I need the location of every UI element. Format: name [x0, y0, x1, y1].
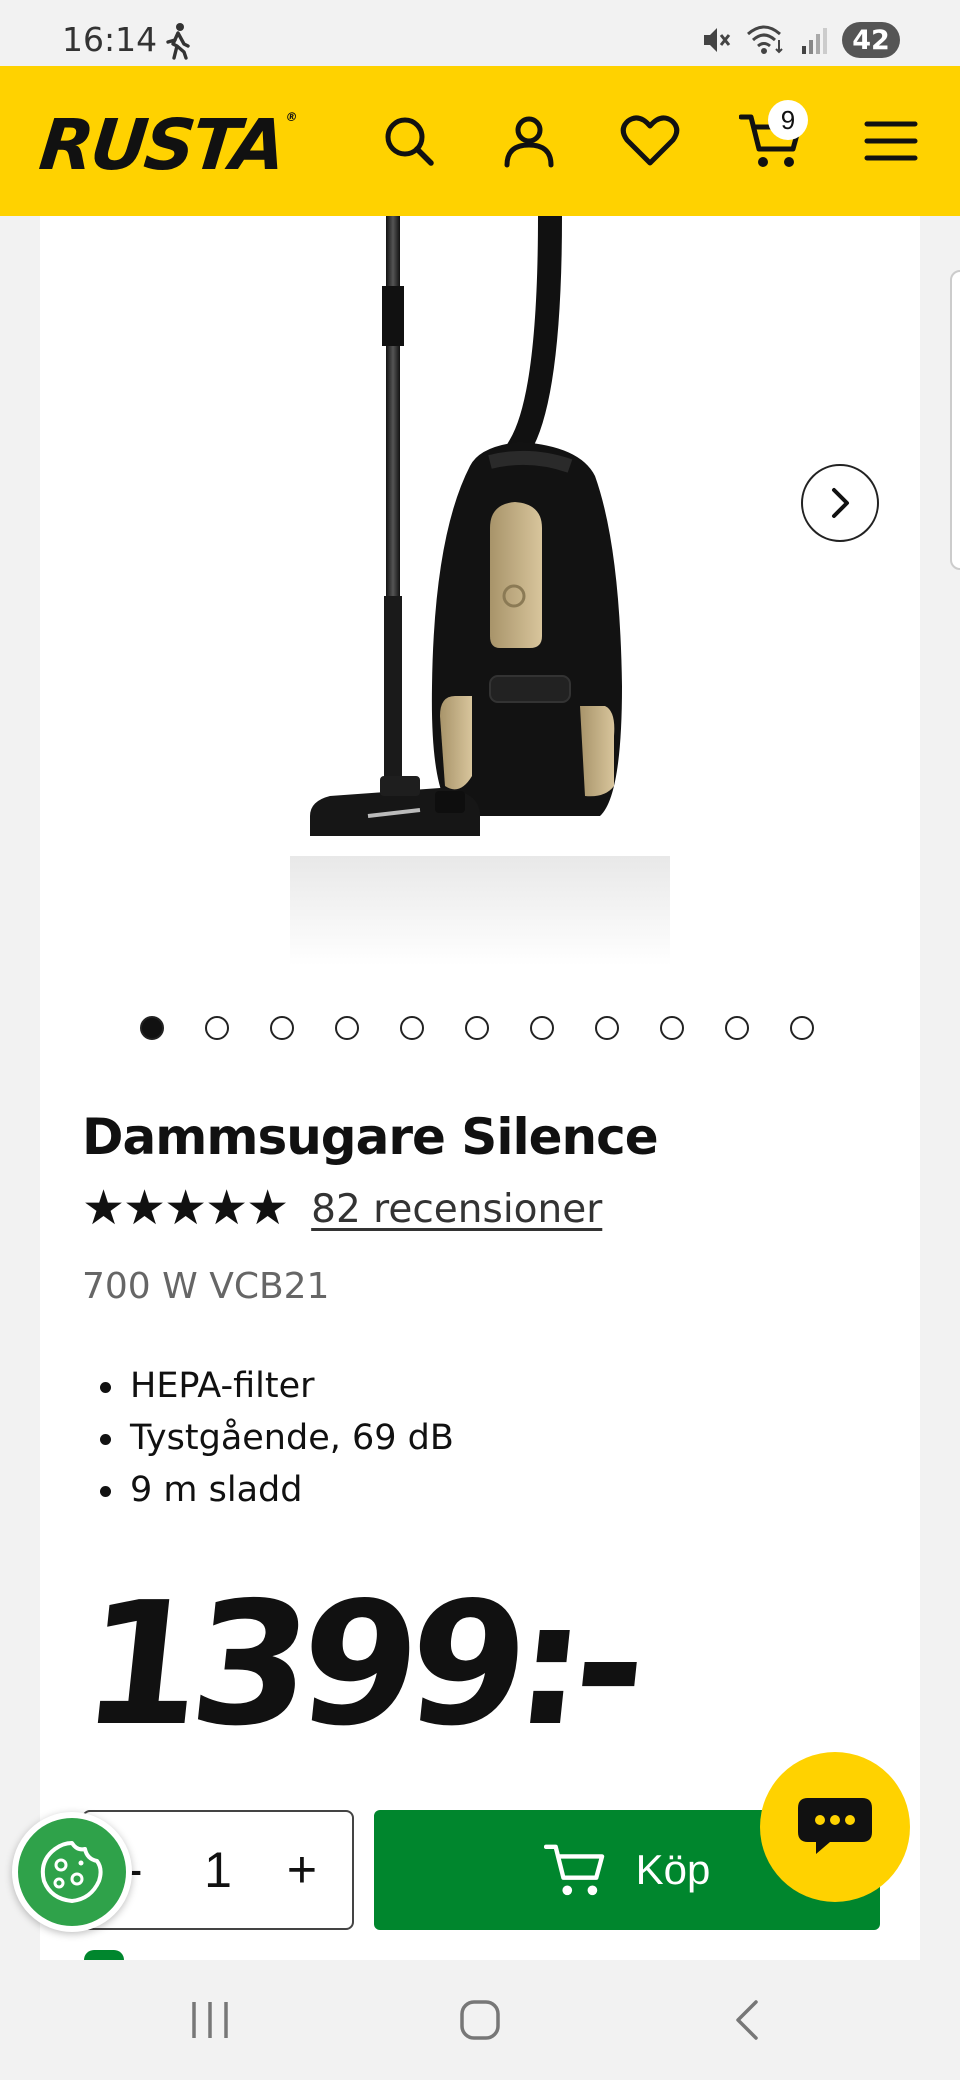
rusta-logo[interactable]: RUSTA ® [35, 104, 299, 186]
menu-button[interactable] [858, 108, 924, 174]
quantity-value[interactable]: 1 [204, 1841, 232, 1899]
cookie-icon [40, 1841, 103, 1903]
wishlist-button[interactable] [617, 108, 683, 174]
carousel-dot[interactable] [205, 1016, 229, 1040]
carousel-dot[interactable] [530, 1016, 554, 1040]
back-button[interactable] [718, 1990, 778, 2050]
wifi-icon [747, 25, 783, 54]
recents-icon [192, 2002, 228, 2038]
cart-count-badge: 9 [768, 100, 808, 140]
search-icon [385, 117, 434, 166]
carousel-dot[interactable] [400, 1016, 424, 1040]
walking-icon [166, 23, 190, 60]
chat-button[interactable] [760, 1752, 910, 1902]
carousel-dot[interactable] [595, 1016, 619, 1040]
carousel-dot[interactable] [725, 1016, 749, 1040]
product-price: 1399:- [73, 1566, 647, 1764]
stock-indicator [84, 1950, 124, 1960]
battery-indicator: 42 [842, 22, 900, 58]
menu-icon [864, 121, 918, 161]
carousel-dot[interactable] [270, 1016, 294, 1040]
status-bar: 16:14 42 [0, 0, 960, 66]
side-drawer-handle[interactable] [950, 270, 960, 570]
cart-icon [543, 1844, 604, 1896]
reviews-link[interactable]: 82 recensioner [311, 1187, 602, 1232]
logo-text: RUSTA [35, 104, 287, 186]
rating-stars: ★★★★★ [82, 1182, 289, 1235]
account-button[interactable] [496, 108, 562, 174]
search-button[interactable] [376, 108, 442, 174]
home-button[interactable] [450, 1990, 510, 2050]
status-time: 16:14 [62, 20, 158, 59]
signal-icon [802, 28, 827, 54]
product-rating: ★★★★★ 82 recensioner [82, 1185, 602, 1233]
status-icons: 42 [702, 22, 900, 58]
next-image-button[interactable] [801, 464, 879, 542]
user-icon [504, 116, 554, 168]
feature-list: HEPA-filter Tystgående, 69 dB 9 m sladd [98, 1360, 454, 1516]
carousel-dot[interactable] [140, 1016, 164, 1040]
quantity-increase-button[interactable]: + [272, 1840, 332, 1900]
product-title: Dammsugare Silence [82, 1108, 659, 1166]
carousel-dot[interactable] [790, 1016, 814, 1040]
system-nav-bar [0, 1960, 960, 2080]
recents-button[interactable] [180, 1990, 240, 2050]
image-carousel-dots [140, 1016, 814, 1040]
buy-label: Köp [635, 1846, 711, 1893]
product-image[interactable] [250, 216, 710, 976]
heart-icon [620, 115, 680, 166]
carousel-dot[interactable] [465, 1016, 489, 1040]
cart-button[interactable]: 9 [738, 100, 808, 174]
feature-item: Tystgående, 69 dB [98, 1412, 454, 1464]
carousel-dot[interactable] [335, 1016, 359, 1040]
cookie-settings-button[interactable] [12, 1812, 132, 1932]
site-header: RUSTA ® 9 [0, 66, 960, 216]
feature-item: HEPA-filter [98, 1360, 454, 1412]
home-icon [460, 2000, 500, 2040]
chevron-right-icon [832, 488, 849, 518]
product-subtitle: 700 W VCB21 [82, 1266, 330, 1307]
carousel-dot[interactable] [660, 1016, 684, 1040]
back-icon [736, 2000, 758, 2040]
chat-icon [798, 1798, 872, 1854]
feature-item: 9 m sladd [98, 1464, 454, 1516]
mute-icon [704, 28, 731, 52]
